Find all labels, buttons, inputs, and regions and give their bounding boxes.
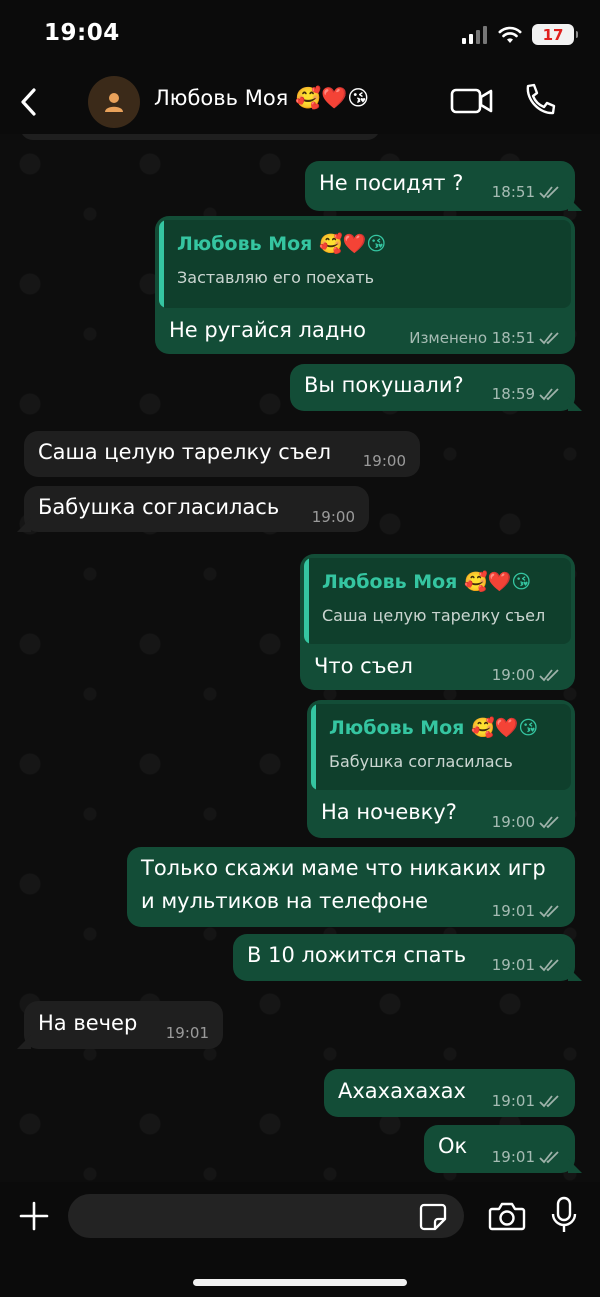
double-check-icon <box>539 959 559 972</box>
message-time: 19:01 <box>491 1148 535 1166</box>
bubble-tail <box>568 967 582 981</box>
quoted-message[interactable]: Любовь Моя 🥰❤️😘 Бабушка согласилась <box>311 704 571 790</box>
message-time: 19:00 <box>491 666 535 684</box>
message-text-line-2: и мультиков на телефоне <box>141 889 429 913</box>
double-check-icon <box>539 1151 559 1164</box>
message-time: 19:00 <box>311 508 355 526</box>
quoted-text: Заставляю его поехать <box>177 268 375 287</box>
message-text-line-1: Только скажи маме что никаких игр <box>141 856 546 880</box>
mic-icon[interactable] <box>550 1196 578 1236</box>
outgoing-reply-message[interactable]: Любовь Моя 🥰❤️😘 Бабушка согласилась На н… <box>307 700 575 838</box>
bubble-tail <box>568 1159 582 1173</box>
message-time: 19:01 <box>491 902 535 920</box>
message-time: 19:01 <box>165 1024 209 1042</box>
quoted-text: Бабушка согласилась <box>329 752 513 771</box>
battery-icon: 17 <box>532 24 578 45</box>
bubble-tail <box>17 518 31 532</box>
bubble-tail <box>17 1035 31 1049</box>
message-text: Ок <box>438 1134 468 1158</box>
partial-message <box>20 134 380 140</box>
double-check-icon <box>539 816 559 829</box>
message-time: 19:01 <box>491 1092 535 1110</box>
bubble-tail <box>568 397 582 411</box>
quoted-author: Любовь Моя 🥰❤️😘 <box>177 233 387 255</box>
home-indicator[interactable] <box>193 1279 407 1286</box>
double-check-icon <box>539 332 559 345</box>
quoted-message[interactable]: Любовь Моя 🥰❤️😘 Заставляю его поехать <box>159 220 571 308</box>
chat-area[interactable]: Не посидят ? 18:51 Любовь Моя 🥰❤️😘 Заста… <box>0 134 600 1182</box>
message-text: Не ругайся ладно <box>169 318 366 342</box>
outgoing-reply-message[interactable]: Любовь Моя 🥰❤️😘 Заставляю его поехать Не… <box>155 216 575 354</box>
message-text: Вы покушали? <box>304 373 464 397</box>
message-text: Не посидят ? <box>319 171 464 195</box>
avatar[interactable] <box>88 76 140 128</box>
sticker-icon[interactable] <box>418 1202 448 1232</box>
incoming-message[interactable]: Бабушка согласилась 19:00 <box>17 486 369 532</box>
avatar-icon <box>105 93 123 112</box>
outgoing-message[interactable]: Ахахахахах 19:01 <box>324 1069 575 1117</box>
double-check-icon <box>539 1095 559 1108</box>
message-text: Бабушка согласилась <box>38 495 280 519</box>
quoted-text: Саша целую тарелку съел <box>322 606 546 625</box>
status-icons: 17 <box>462 24 578 45</box>
double-check-icon <box>539 905 559 918</box>
status-bar: 19:04 17 <box>0 0 600 70</box>
camera-icon[interactable] <box>488 1200 526 1232</box>
message-time: Изменено 18:51 <box>409 329 535 347</box>
back-icon[interactable] <box>14 84 46 120</box>
outgoing-message[interactable]: Только скажи маме что никаких игр и муль… <box>127 847 575 927</box>
video-call-icon[interactable] <box>450 86 494 116</box>
quoted-author: Любовь Моя 🥰❤️😘 <box>322 571 532 593</box>
message-time: 19:00 <box>491 813 535 831</box>
outgoing-reply-message[interactable]: Любовь Моя 🥰❤️😘 Саша целую тарелку съел … <box>300 554 575 690</box>
message-text: Ахахахахах <box>338 1079 466 1103</box>
message-input[interactable] <box>68 1194 464 1238</box>
message-time: 19:01 <box>491 956 535 974</box>
message-time: 18:59 <box>491 385 535 403</box>
outgoing-message[interactable]: Не посидят ? 18:51 <box>305 161 582 211</box>
double-check-icon <box>539 669 559 682</box>
phone-icon[interactable] <box>522 82 556 118</box>
contact-name[interactable]: Любовь Моя 🥰❤️😘 <box>154 86 369 111</box>
outgoing-message[interactable]: Ок 19:01 <box>424 1125 582 1173</box>
wifi-icon <box>498 26 522 43</box>
incoming-message[interactable]: На вечер 19:01 <box>17 1001 223 1049</box>
chat-header: Любовь Моя 🥰❤️😘 <box>0 70 600 134</box>
message-time: 19:00 <box>362 452 406 470</box>
message-time: 18:51 <box>491 183 535 201</box>
quoted-message[interactable]: Любовь Моя 🥰❤️😘 Саша целую тарелку съел <box>304 558 571 644</box>
outgoing-message[interactable]: В 10 ложится спать 19:01 <box>233 934 582 981</box>
bubble-tail <box>568 197 582 211</box>
signal-icon <box>462 25 487 44</box>
message-text: В 10 ложится спать <box>247 943 467 967</box>
message-text: На ночевку? <box>321 800 457 824</box>
message-text: Что съел <box>314 654 413 678</box>
message-text: Саша целую тарелку съел <box>38 440 331 464</box>
battery-level: 17 <box>542 25 564 44</box>
status-time: 19:04 <box>44 20 120 46</box>
outgoing-message[interactable]: Вы покушали? 18:59 <box>290 364 582 411</box>
quoted-author: Любовь Моя 🥰❤️😘 <box>329 717 539 739</box>
plus-icon[interactable] <box>18 1200 50 1232</box>
double-check-icon <box>539 388 559 401</box>
double-check-icon <box>539 186 559 199</box>
incoming-message[interactable]: Саша целую тарелку съел 19:00 <box>24 431 420 477</box>
message-text: На вечер <box>38 1011 138 1035</box>
